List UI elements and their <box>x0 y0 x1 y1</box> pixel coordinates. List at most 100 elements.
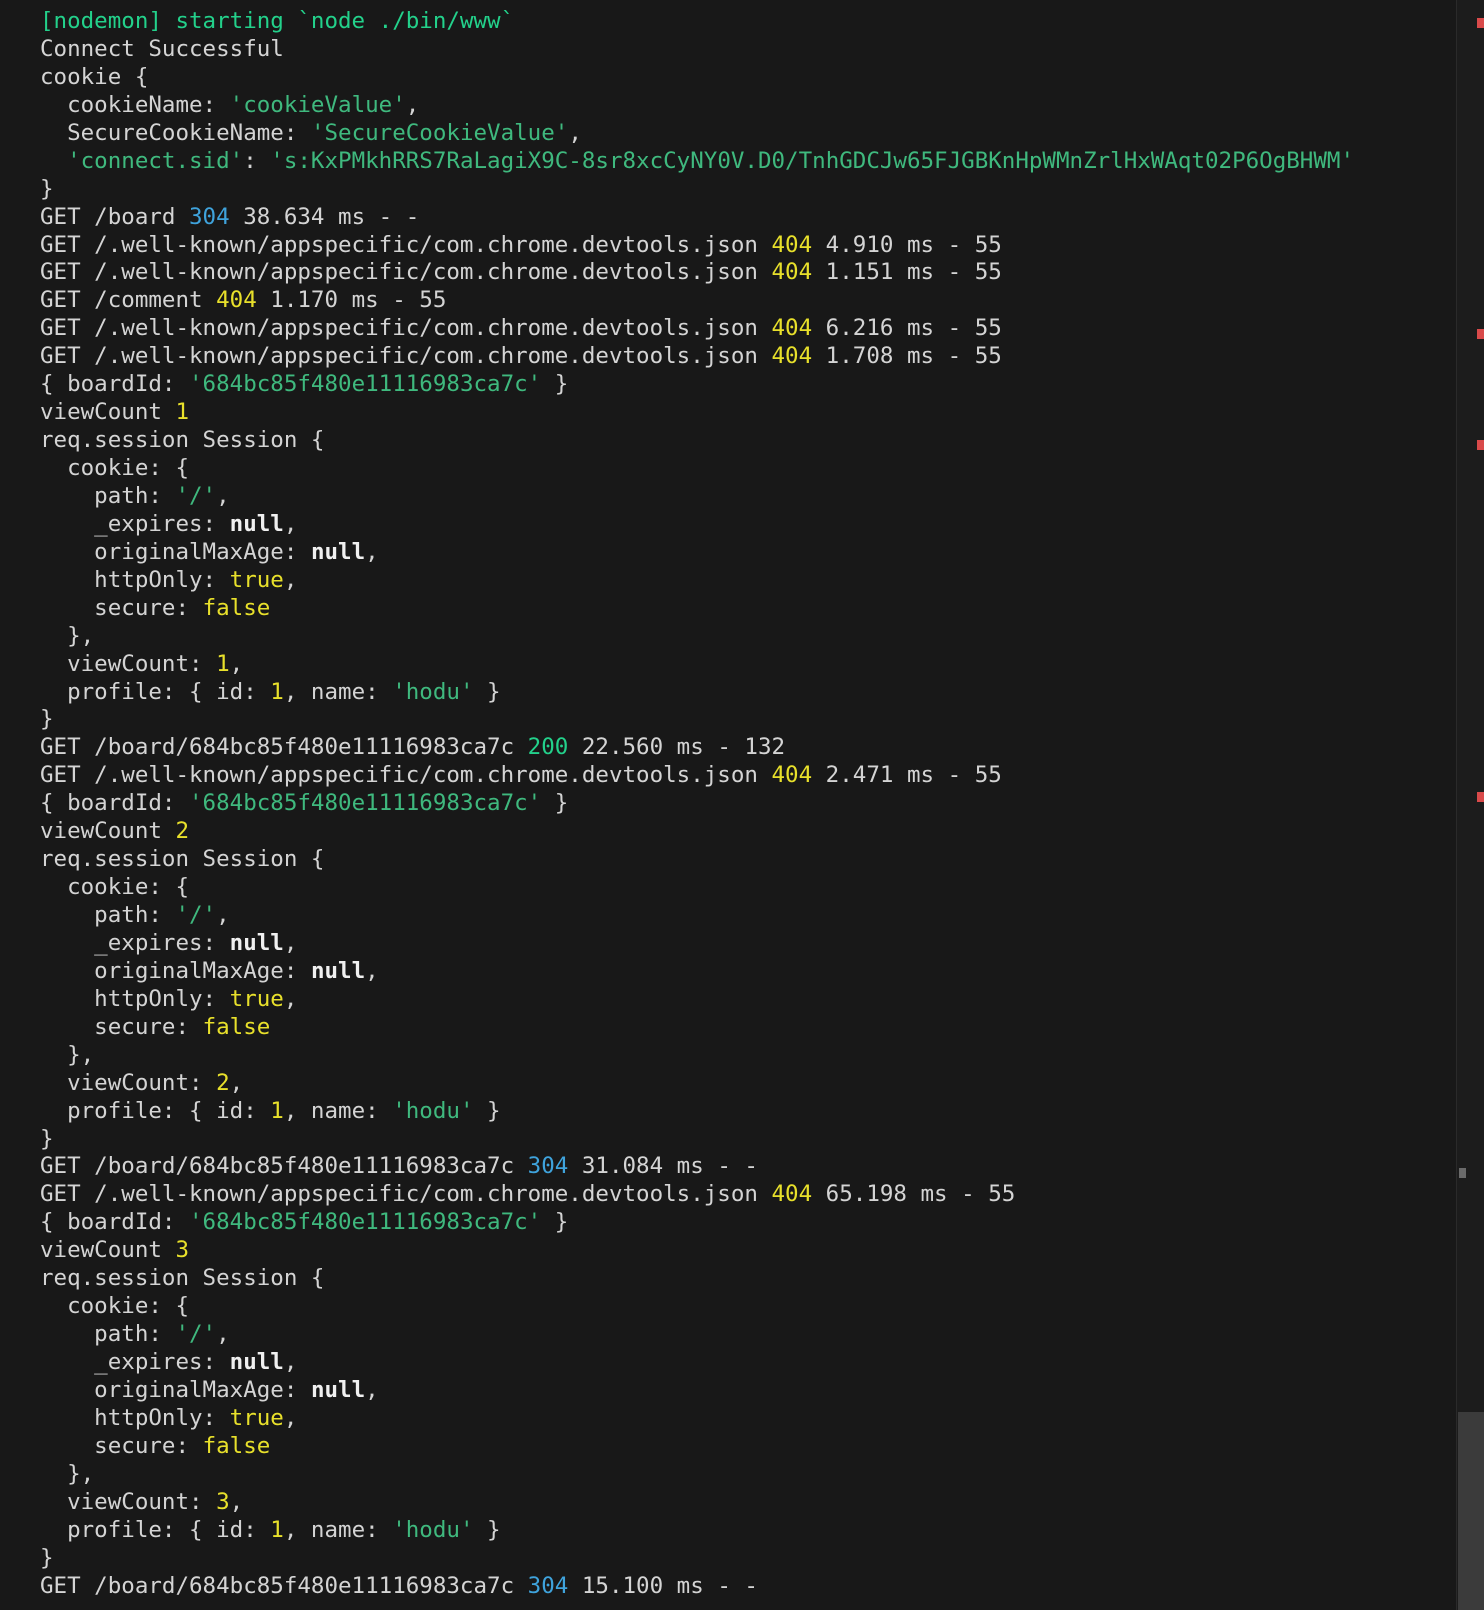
terminal-lines: [nodemon] starting `node ./bin/www` Conne… <box>40 8 1354 1600</box>
terminal-line: req.session Session { <box>40 1265 1354 1293</box>
terminal-text: false <box>202 1013 271 1040</box>
terminal-line: GET /comment 404 1.170 ms - 55 <box>40 287 1354 315</box>
scroll-marker-error <box>1477 440 1484 450</box>
terminal-text: } <box>473 678 501 705</box>
terminal-output[interactable]: [nodemon] starting `node ./bin/www` Conne… <box>0 0 1456 1610</box>
terminal-line: GET /board/684bc85f480e11116983ca7c 200 … <box>40 734 1354 762</box>
scroll-marker-error <box>1477 792 1484 802</box>
terminal-text: null <box>310 1376 366 1403</box>
terminal-text: path: <box>40 482 176 509</box>
terminal-line: req.session Session { <box>40 427 1354 455</box>
terminal-text: viewCount <box>40 399 176 426</box>
terminal-text: 3 <box>216 1488 230 1515</box>
terminal-text: '/' <box>175 482 217 509</box>
terminal-text: , name: <box>283 678 393 705</box>
terminal-line: GET /board/684bc85f480e11116983ca7c 304 … <box>40 1153 1354 1181</box>
terminal-text: SecureCookieName: <box>40 119 311 146</box>
terminal-line: cookie: { <box>40 1293 1354 1321</box>
terminal-text: 404 <box>771 343 813 370</box>
terminal-text: GET /comment <box>40 287 217 314</box>
terminal-text: 1 <box>270 1516 284 1543</box>
terminal-line: GET /.well-known/appspecific/com.chrome.… <box>40 762 1354 790</box>
terminal-text: 'hodu' <box>392 1097 474 1124</box>
terminal-text: viewCount <box>40 818 176 845</box>
terminal-line: } <box>40 1126 1354 1154</box>
terminal-text: 2.471 ms - 55 <box>812 762 1002 789</box>
terminal-line: viewCount 2 <box>40 818 1354 846</box>
terminal-text: , <box>365 1376 379 1403</box>
terminal-text: true <box>229 566 284 593</box>
terminal-line: }, <box>40 1461 1354 1489</box>
scrollbar-thumb[interactable] <box>1458 1412 1484 1610</box>
terminal-text: '684bc85f480e11116983ca7c' <box>189 371 542 398</box>
terminal-text: } <box>541 371 569 398</box>
terminal-text: path: <box>40 902 176 928</box>
terminal-text: 's:KxPMkhRRS7RaLagiX9C-8sr8xcCyNY0V.D0/T… <box>270 147 1354 174</box>
terminal-text: 'cookieValue' <box>229 91 406 118</box>
terminal-line: viewCount 1 <box>40 399 1354 427</box>
terminal-text: } <box>40 706 54 733</box>
terminal-text: Connect Successful <box>40 35 284 62</box>
terminal-text: GET /.well-known/appspecific/com.chrome.… <box>40 315 772 342</box>
terminal-line: GET /.well-known/appspecific/com.chrome.… <box>40 259 1354 287</box>
terminal-text: null <box>229 510 284 537</box>
terminal-text: '/' <box>175 1321 217 1348</box>
terminal-text: secure: <box>40 1432 203 1459</box>
terminal-text: cookie: { <box>40 874 190 901</box>
terminal-text: } <box>40 175 54 202</box>
terminal-line: httpOnly: true, <box>40 986 1354 1014</box>
terminal-text: [nodemon] starting `node ./bin/www` <box>40 8 515 34</box>
terminal-text: }, <box>40 1460 95 1487</box>
terminal-text: }, <box>40 622 95 649</box>
terminal-text: '684bc85f480e11116983ca7c' <box>189 1209 542 1236</box>
terminal-line: GET /.well-known/appspecific/com.chrome.… <box>40 315 1354 343</box>
terminal-text: } <box>473 1516 501 1543</box>
terminal-text: cookie: { <box>40 455 190 481</box>
terminal-scrollbar[interactable] <box>1456 0 1484 1610</box>
terminal-text: , <box>216 1321 230 1348</box>
terminal-text: viewCount <box>40 1237 176 1264</box>
terminal-text: null <box>310 538 366 565</box>
terminal-text: GET /.well-known/appspecific/com.chrome.… <box>40 231 772 258</box>
terminal-line: cookie: { <box>40 874 1354 902</box>
terminal-text: 304 <box>189 203 230 230</box>
terminal-text: 404 <box>771 315 813 342</box>
terminal-text: 22.560 ms - 132 <box>568 734 786 761</box>
terminal-line: GET /.well-known/appspecific/com.chrome.… <box>40 1181 1354 1209</box>
terminal-text: , <box>216 482 230 509</box>
terminal-line: profile: { id: 1, name: 'hodu' } <box>40 1098 1354 1126</box>
terminal-text: cookie: { <box>40 1293 190 1320</box>
terminal-line: viewCount: 3, <box>40 1489 1354 1517</box>
terminal-line: cookieName: 'cookieValue', <box>40 92 1354 120</box>
scroll-marker-cursor <box>1459 1168 1466 1178</box>
terminal-text: , <box>568 119 582 146</box>
terminal-text: { boardId: <box>40 371 190 398</box>
terminal-text: 6.216 ms - 55 <box>812 315 1002 342</box>
terminal-text: req.session Session { <box>40 427 325 454</box>
terminal-text: true <box>229 985 284 1012</box>
terminal-text: profile: { id: <box>40 678 271 705</box>
terminal-text: , <box>229 650 244 677</box>
terminal-line: 'connect.sid': 's:KxPMkhRRS7RaLagiX9C-8s… <box>40 148 1354 176</box>
terminal-text: _expires: <box>40 510 230 537</box>
terminal-text: 1 <box>175 399 190 426</box>
terminal-text: 304 <box>527 1153 569 1180</box>
terminal-text: 4.910 ms - 55 <box>812 231 1002 258</box>
terminal-line: originalMaxAge: null, <box>40 539 1354 567</box>
terminal-text: { boardId: <box>40 1209 190 1236</box>
terminal-text: 1 <box>216 650 230 677</box>
terminal-text: cookie { <box>40 63 149 90</box>
terminal-line: cookie: { <box>40 455 1354 483</box>
terminal-text: } <box>473 1097 501 1124</box>
terminal-text: 1 <box>270 678 284 705</box>
terminal-line: { boardId: '684bc85f480e11116983ca7c' } <box>40 790 1354 818</box>
terminal-line: Connect Successful <box>40 36 1354 64</box>
terminal-text: GET /.well-known/appspecific/com.chrome.… <box>40 762 772 789</box>
terminal-text: 'hodu' <box>392 1516 474 1543</box>
terminal-text: httpOnly: <box>40 1404 230 1431</box>
terminal-line: }, <box>40 1042 1354 1070</box>
terminal-line: { boardId: '684bc85f480e11116983ca7c' } <box>40 1209 1354 1237</box>
terminal-text: 3 <box>175 1237 190 1264</box>
terminal-line: originalMaxAge: null, <box>40 1377 1354 1405</box>
terminal-line: } <box>40 706 1354 734</box>
